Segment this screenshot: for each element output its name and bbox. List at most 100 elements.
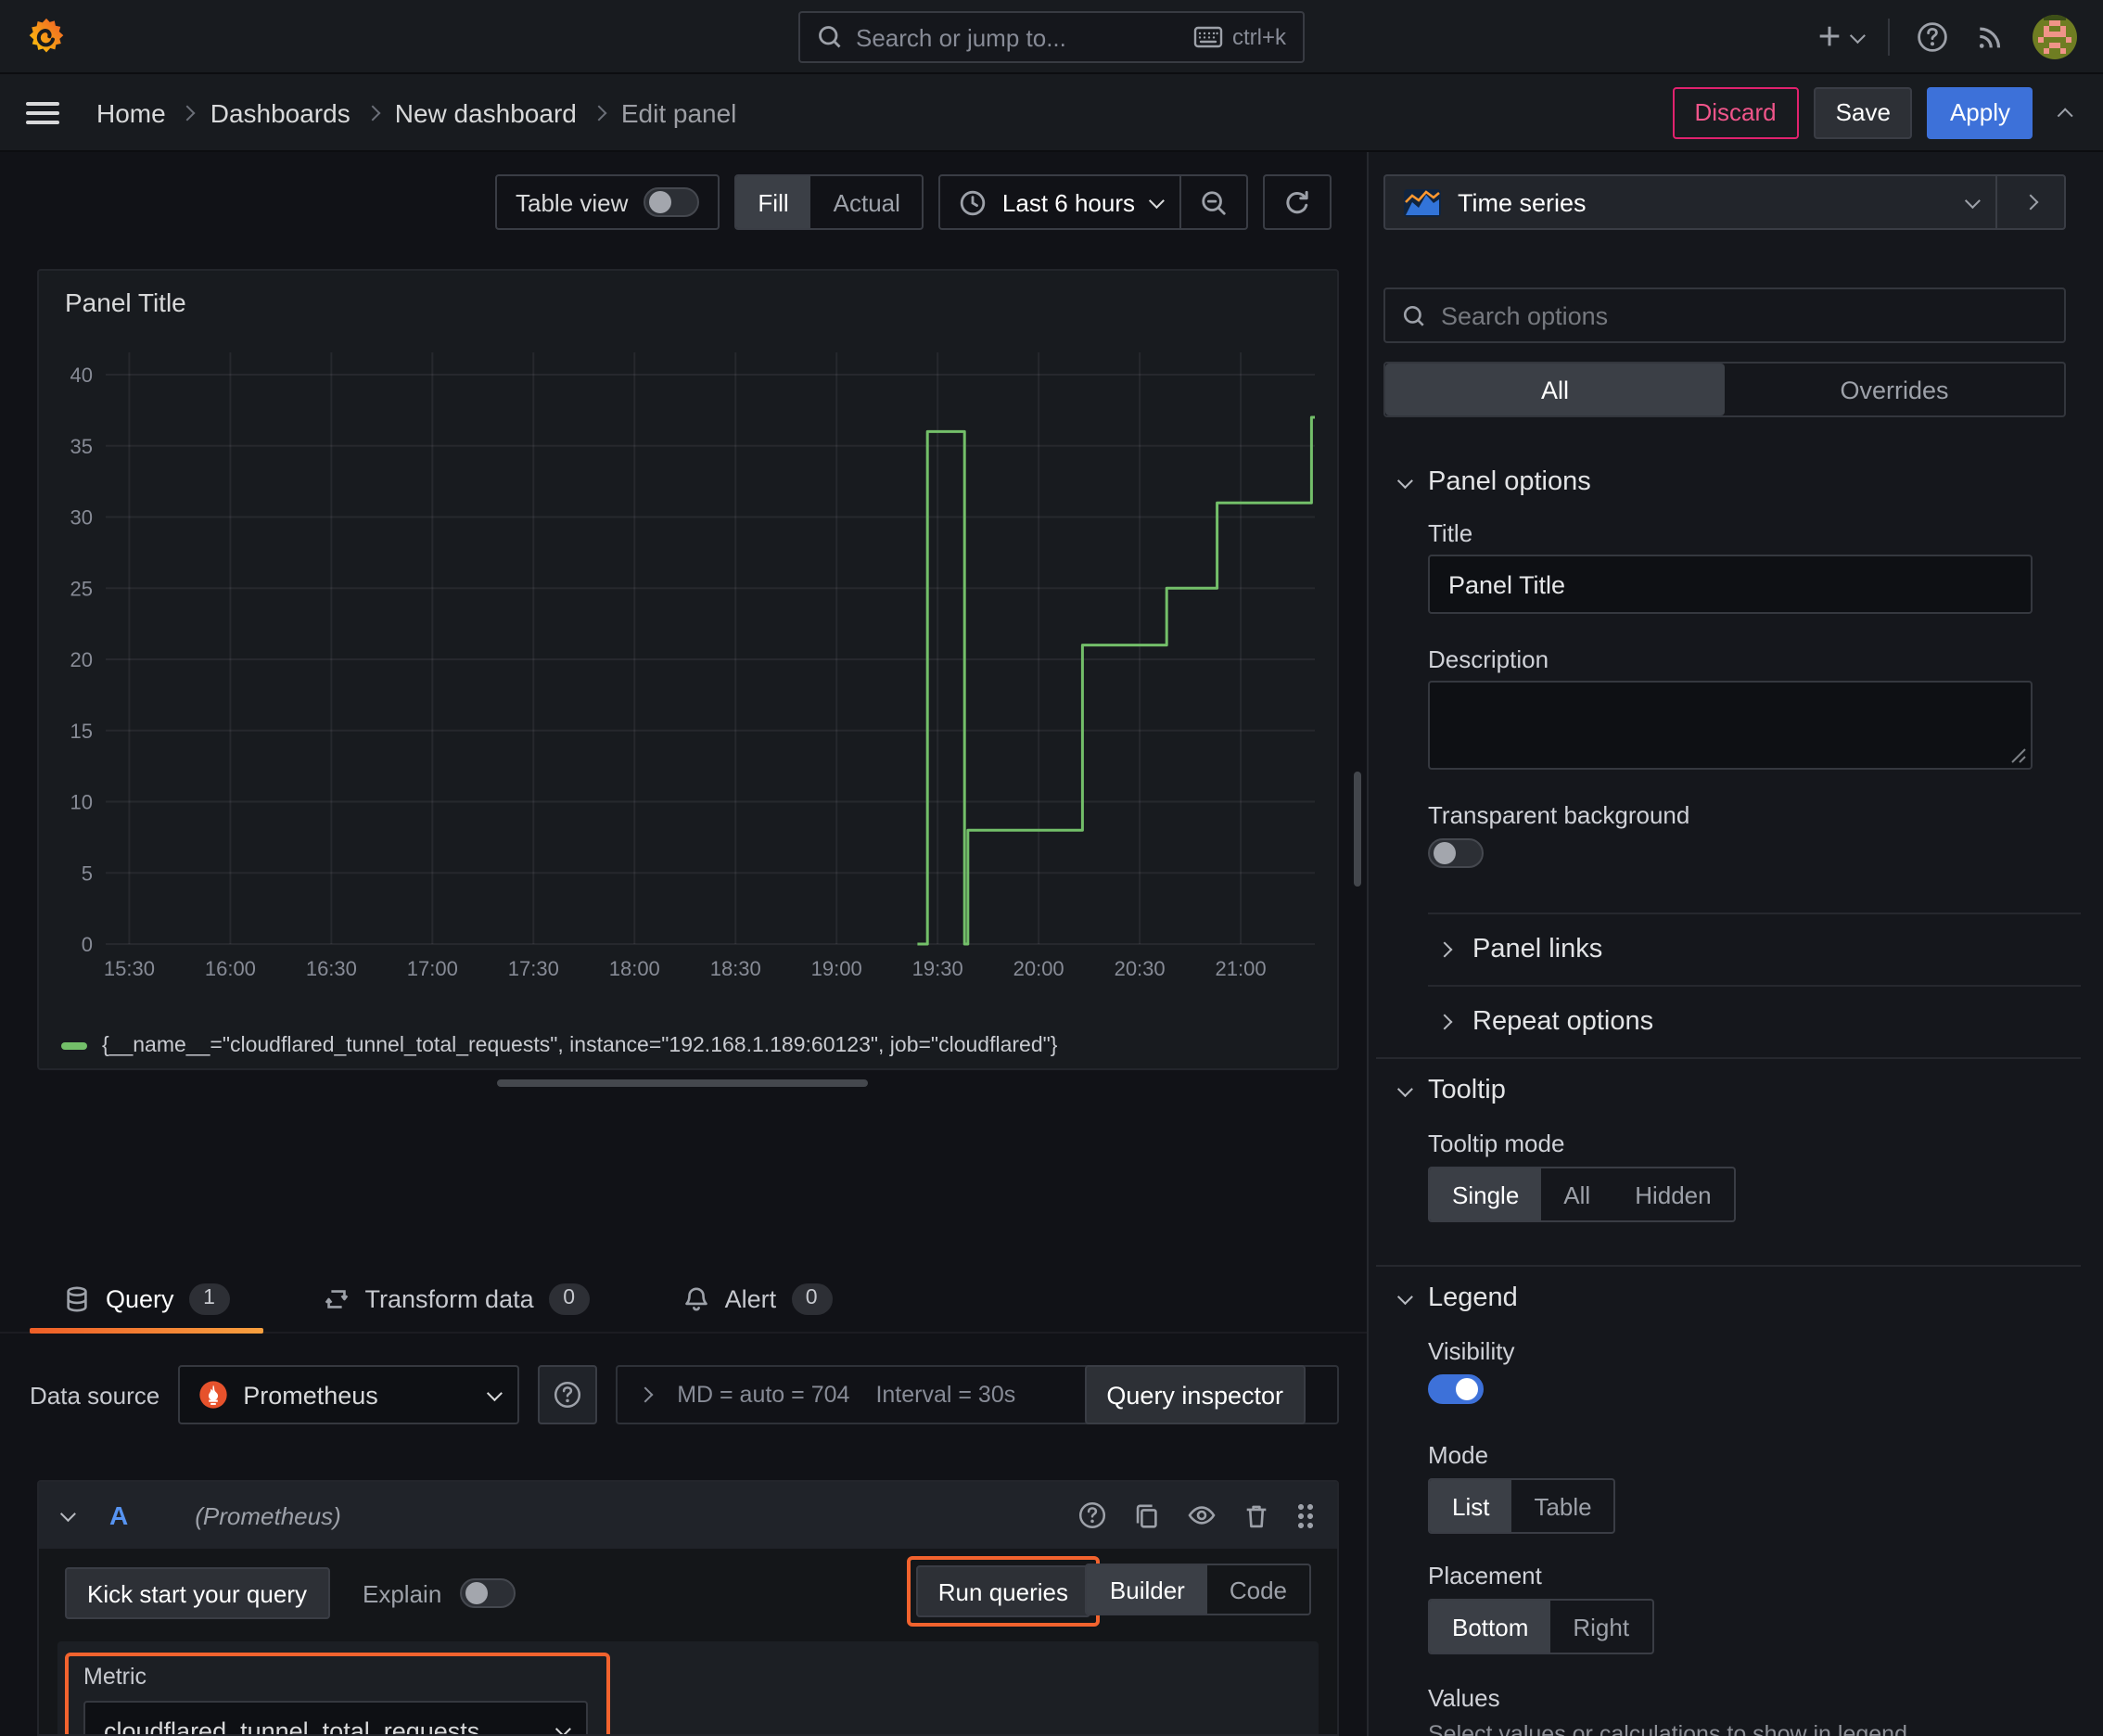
time-range-control: Last 6 hours xyxy=(938,174,1248,230)
run-queries-annotation: Run queries xyxy=(906,1556,1100,1627)
legend-placement-label: Placement xyxy=(1428,1562,1542,1589)
breadcrumb-new-dashboard[interactable]: New dashboard xyxy=(395,97,577,127)
svg-text:10: 10 xyxy=(70,791,93,814)
legend-visibility-label: Visibility xyxy=(1428,1337,1515,1365)
legend-placement-segmented: Bottom Right xyxy=(1428,1599,1654,1654)
query-inspector-button[interactable]: Query inspector xyxy=(1084,1365,1306,1424)
svg-text:20: 20 xyxy=(70,648,93,671)
title-label: Title xyxy=(1428,519,1473,547)
svg-text:15: 15 xyxy=(70,720,93,743)
tooltip-single-option[interactable]: Single xyxy=(1430,1168,1542,1220)
tooltip-all-option[interactable]: All xyxy=(1541,1168,1612,1220)
tooltip-header[interactable]: Tooltip xyxy=(1376,1076,2081,1105)
delete-query-icon[interactable] xyxy=(1243,1501,1270,1529)
visualization-picker[interactable]: Time series xyxy=(1383,174,1995,230)
options-search-input[interactable]: Search options xyxy=(1383,287,2066,343)
menu-icon[interactable] xyxy=(26,101,59,123)
panel-links-section[interactable]: Panel links xyxy=(1376,914,2081,985)
table-view-toggle[interactable] xyxy=(643,187,699,217)
svg-text:5: 5 xyxy=(82,862,93,885)
datasource-picker[interactable]: Prometheus xyxy=(178,1365,520,1424)
legend-list-option[interactable]: List xyxy=(1430,1480,1512,1532)
breadcrumb-dashboards[interactable]: Dashboards xyxy=(210,97,350,127)
global-search-input[interactable]: Search or jump to... ctrl+k xyxy=(798,11,1305,63)
zoom-out-button[interactable] xyxy=(1179,176,1246,228)
run-queries-button[interactable]: Run queries xyxy=(915,1565,1090,1617)
legend-table-option[interactable]: Table xyxy=(1511,1480,1613,1532)
hide-response-icon[interactable] xyxy=(1187,1500,1217,1530)
datasource-help-button[interactable] xyxy=(538,1365,598,1424)
timeseries-chart[interactable]: 0 5 10 15 20 25 30 35 40 15:30 16:00 16:30 17:00 17:3… xyxy=(39,271,1337,1013)
resize-corner-icon[interactable] xyxy=(2010,747,2027,764)
datasource-row: Data source Prometheus MD = auto = 704 I… xyxy=(30,1365,1339,1424)
tab-alert[interactable]: Alert 0 xyxy=(649,1265,866,1332)
fill-option[interactable]: Fill xyxy=(735,176,811,228)
panel-title-input[interactable] xyxy=(1428,555,2033,614)
builder-option[interactable]: Builder xyxy=(1087,1565,1207,1614)
legend-swatch[interactable] xyxy=(61,1042,87,1050)
explain-toggle[interactable] xyxy=(460,1578,516,1608)
legend-visibility-toggle[interactable] xyxy=(1428,1374,1484,1404)
save-button[interactable]: Save xyxy=(1813,86,1913,138)
svg-text:35: 35 xyxy=(70,435,93,458)
legend-series-name[interactable]: {__name__="cloudflared_tunnel_total_requ… xyxy=(102,1035,1057,1057)
transform-icon xyxy=(323,1284,350,1312)
clock-icon xyxy=(960,188,988,216)
user-avatar[interactable] xyxy=(2033,14,2077,58)
metric-select[interactable]: cloudflared_tunnel_total_requests xyxy=(83,1701,588,1736)
svg-text:20:00: 20:00 xyxy=(1013,957,1064,980)
chevron-down-icon xyxy=(554,1721,571,1734)
grafana-logo[interactable] xyxy=(26,16,67,57)
duplicate-query-icon[interactable] xyxy=(1133,1501,1161,1529)
refresh-button[interactable] xyxy=(1263,174,1332,230)
metric-value: cloudflared_tunnel_total_requests xyxy=(104,1717,480,1736)
all-overrides-tabs: All Overrides xyxy=(1383,362,2066,417)
transparent-background-toggle[interactable] xyxy=(1428,838,1484,868)
description-textarea[interactable] xyxy=(1428,681,2033,770)
vertical-scrollbar[interactable] xyxy=(1354,772,1361,887)
repeat-options-section[interactable]: Repeat options xyxy=(1376,987,2081,1057)
tab-all[interactable]: All xyxy=(1385,364,1725,415)
zoom-out-icon xyxy=(1200,188,1228,216)
panel-resize-handle[interactable] xyxy=(497,1079,868,1087)
new-dropdown-button[interactable] xyxy=(1816,22,1866,50)
panel-options-header[interactable]: Panel options xyxy=(1376,467,2081,497)
breadcrumb-home[interactable]: Home xyxy=(96,97,166,127)
tooltip-hidden-option[interactable]: Hidden xyxy=(1612,1168,1733,1220)
tab-query-label: Query xyxy=(106,1284,174,1312)
fill-actual-segmented: Fill Actual xyxy=(733,174,924,230)
viz-suggestions-button[interactable] xyxy=(1995,174,2066,230)
search-placeholder: Search or jump to... xyxy=(856,23,1066,51)
collapse-query-icon[interactable] xyxy=(59,1506,76,1523)
svg-text:17:30: 17:30 xyxy=(508,957,559,980)
tab-transform-data[interactable]: Transform data 0 xyxy=(289,1265,623,1332)
panel-options-title: Panel options xyxy=(1428,467,1591,497)
visualization-name: Time series xyxy=(1458,188,1587,216)
breadcrumb-edit-panel: Edit panel xyxy=(620,97,737,127)
legend-mode-label: Mode xyxy=(1428,1441,1489,1469)
legend-header[interactable]: Legend xyxy=(1376,1283,2081,1313)
kick-start-button[interactable]: Kick start your query xyxy=(65,1567,329,1619)
discard-button[interactable]: Discard xyxy=(1672,86,1799,138)
drag-query-handle[interactable] xyxy=(1296,1502,1315,1528)
query-help-icon[interactable] xyxy=(1077,1500,1107,1530)
news-broadcast-icon[interactable] xyxy=(1975,20,2007,52)
editor-tabs: Query 1 Transform data 0 Alert 0 xyxy=(0,1265,1367,1334)
time-range-picker[interactable]: Last 6 hours xyxy=(941,176,1179,228)
tab-query[interactable]: Query 1 xyxy=(30,1265,263,1334)
placement-right-option[interactable]: Right xyxy=(1550,1601,1651,1653)
explain-label: Explain xyxy=(363,1579,442,1607)
query-row-header[interactable]: A (Prometheus) xyxy=(39,1482,1337,1549)
query-editor-card: A (Prometheus) Kick start your query Exp… xyxy=(37,1480,1339,1736)
code-option[interactable]: Code xyxy=(1207,1565,1309,1614)
collapse-header-icon[interactable] xyxy=(2057,107,2073,123)
tab-overrides[interactable]: Overrides xyxy=(1725,364,2064,415)
help-icon[interactable] xyxy=(1916,19,1949,53)
metric-annotation: Metric cloudflared_tunnel_total_requests xyxy=(65,1653,610,1736)
actual-option[interactable]: Actual xyxy=(811,176,923,228)
query-count-badge: 1 xyxy=(188,1283,230,1314)
placement-bottom-option[interactable]: Bottom xyxy=(1430,1601,1551,1653)
apply-button[interactable]: Apply xyxy=(1927,86,2033,138)
panel-title[interactable]: Panel Title xyxy=(65,287,186,317)
max-data-points: MD = auto = 704 xyxy=(677,1382,850,1408)
